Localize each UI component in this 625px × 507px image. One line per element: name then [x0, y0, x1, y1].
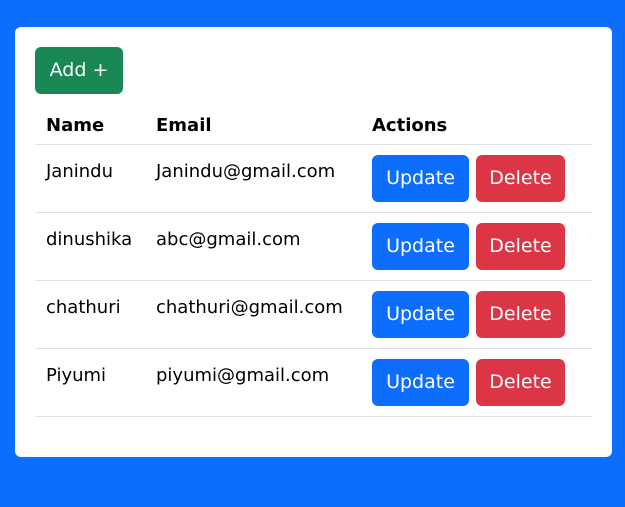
delete-button[interactable]: Delete	[476, 155, 565, 202]
table-header-row: Name Email Actions	[35, 106, 592, 145]
name-cell: Janindu	[35, 144, 145, 213]
user-name: Janindu	[46, 161, 113, 182]
table-row: Piyumi piyumi@gmail.com Update Delete	[35, 348, 592, 417]
delete-button[interactable]: Delete	[476, 223, 565, 270]
header-email: Email	[145, 106, 361, 145]
actions-cell: Update Delete	[361, 348, 592, 417]
user-email: Janindu@gmail.com	[156, 161, 336, 182]
table-row: Janindu Janindu@gmail.com Update Delete	[35, 144, 592, 213]
header-actions: Actions	[361, 106, 592, 145]
add-button[interactable]: Add +	[35, 47, 123, 94]
user-name: Piyumi	[46, 365, 107, 386]
actions-cell: Update Delete	[361, 212, 592, 281]
table-row: chathuri chathuri@gmail.com Update Delete	[35, 280, 592, 349]
header-name: Name	[35, 106, 145, 145]
email-cell: piyumi@gmail.com	[145, 348, 361, 417]
delete-button[interactable]: Delete	[476, 359, 565, 406]
user-name: chathuri	[46, 297, 121, 318]
user-name: dinushika	[46, 229, 133, 250]
user-email: piyumi@gmail.com	[156, 365, 330, 386]
email-cell: chathuri@gmail.com	[145, 280, 361, 349]
email-cell: abc@gmail.com	[145, 212, 361, 281]
update-button[interactable]: Update	[372, 223, 469, 270]
name-cell: Piyumi	[35, 348, 145, 417]
actions-cell: Update Delete	[361, 144, 592, 213]
update-button[interactable]: Update	[372, 359, 469, 406]
name-cell: dinushika	[35, 212, 145, 281]
name-cell: chathuri	[35, 280, 145, 349]
table-row: dinushika abc@gmail.com Update Delete	[35, 212, 592, 281]
user-email: chathuri@gmail.com	[156, 297, 343, 318]
email-cell: Janindu@gmail.com	[145, 144, 361, 213]
user-email: abc@gmail.com	[156, 229, 301, 250]
users-table: Name Email Actions Janindu Janindu@gmail…	[35, 106, 592, 417]
delete-button[interactable]: Delete	[476, 291, 565, 338]
users-card: Add + Name Email Actions Janindu Janindu…	[15, 27, 612, 457]
actions-cell: Update Delete	[361, 280, 592, 349]
update-button[interactable]: Update	[372, 291, 469, 338]
update-button[interactable]: Update	[372, 155, 469, 202]
